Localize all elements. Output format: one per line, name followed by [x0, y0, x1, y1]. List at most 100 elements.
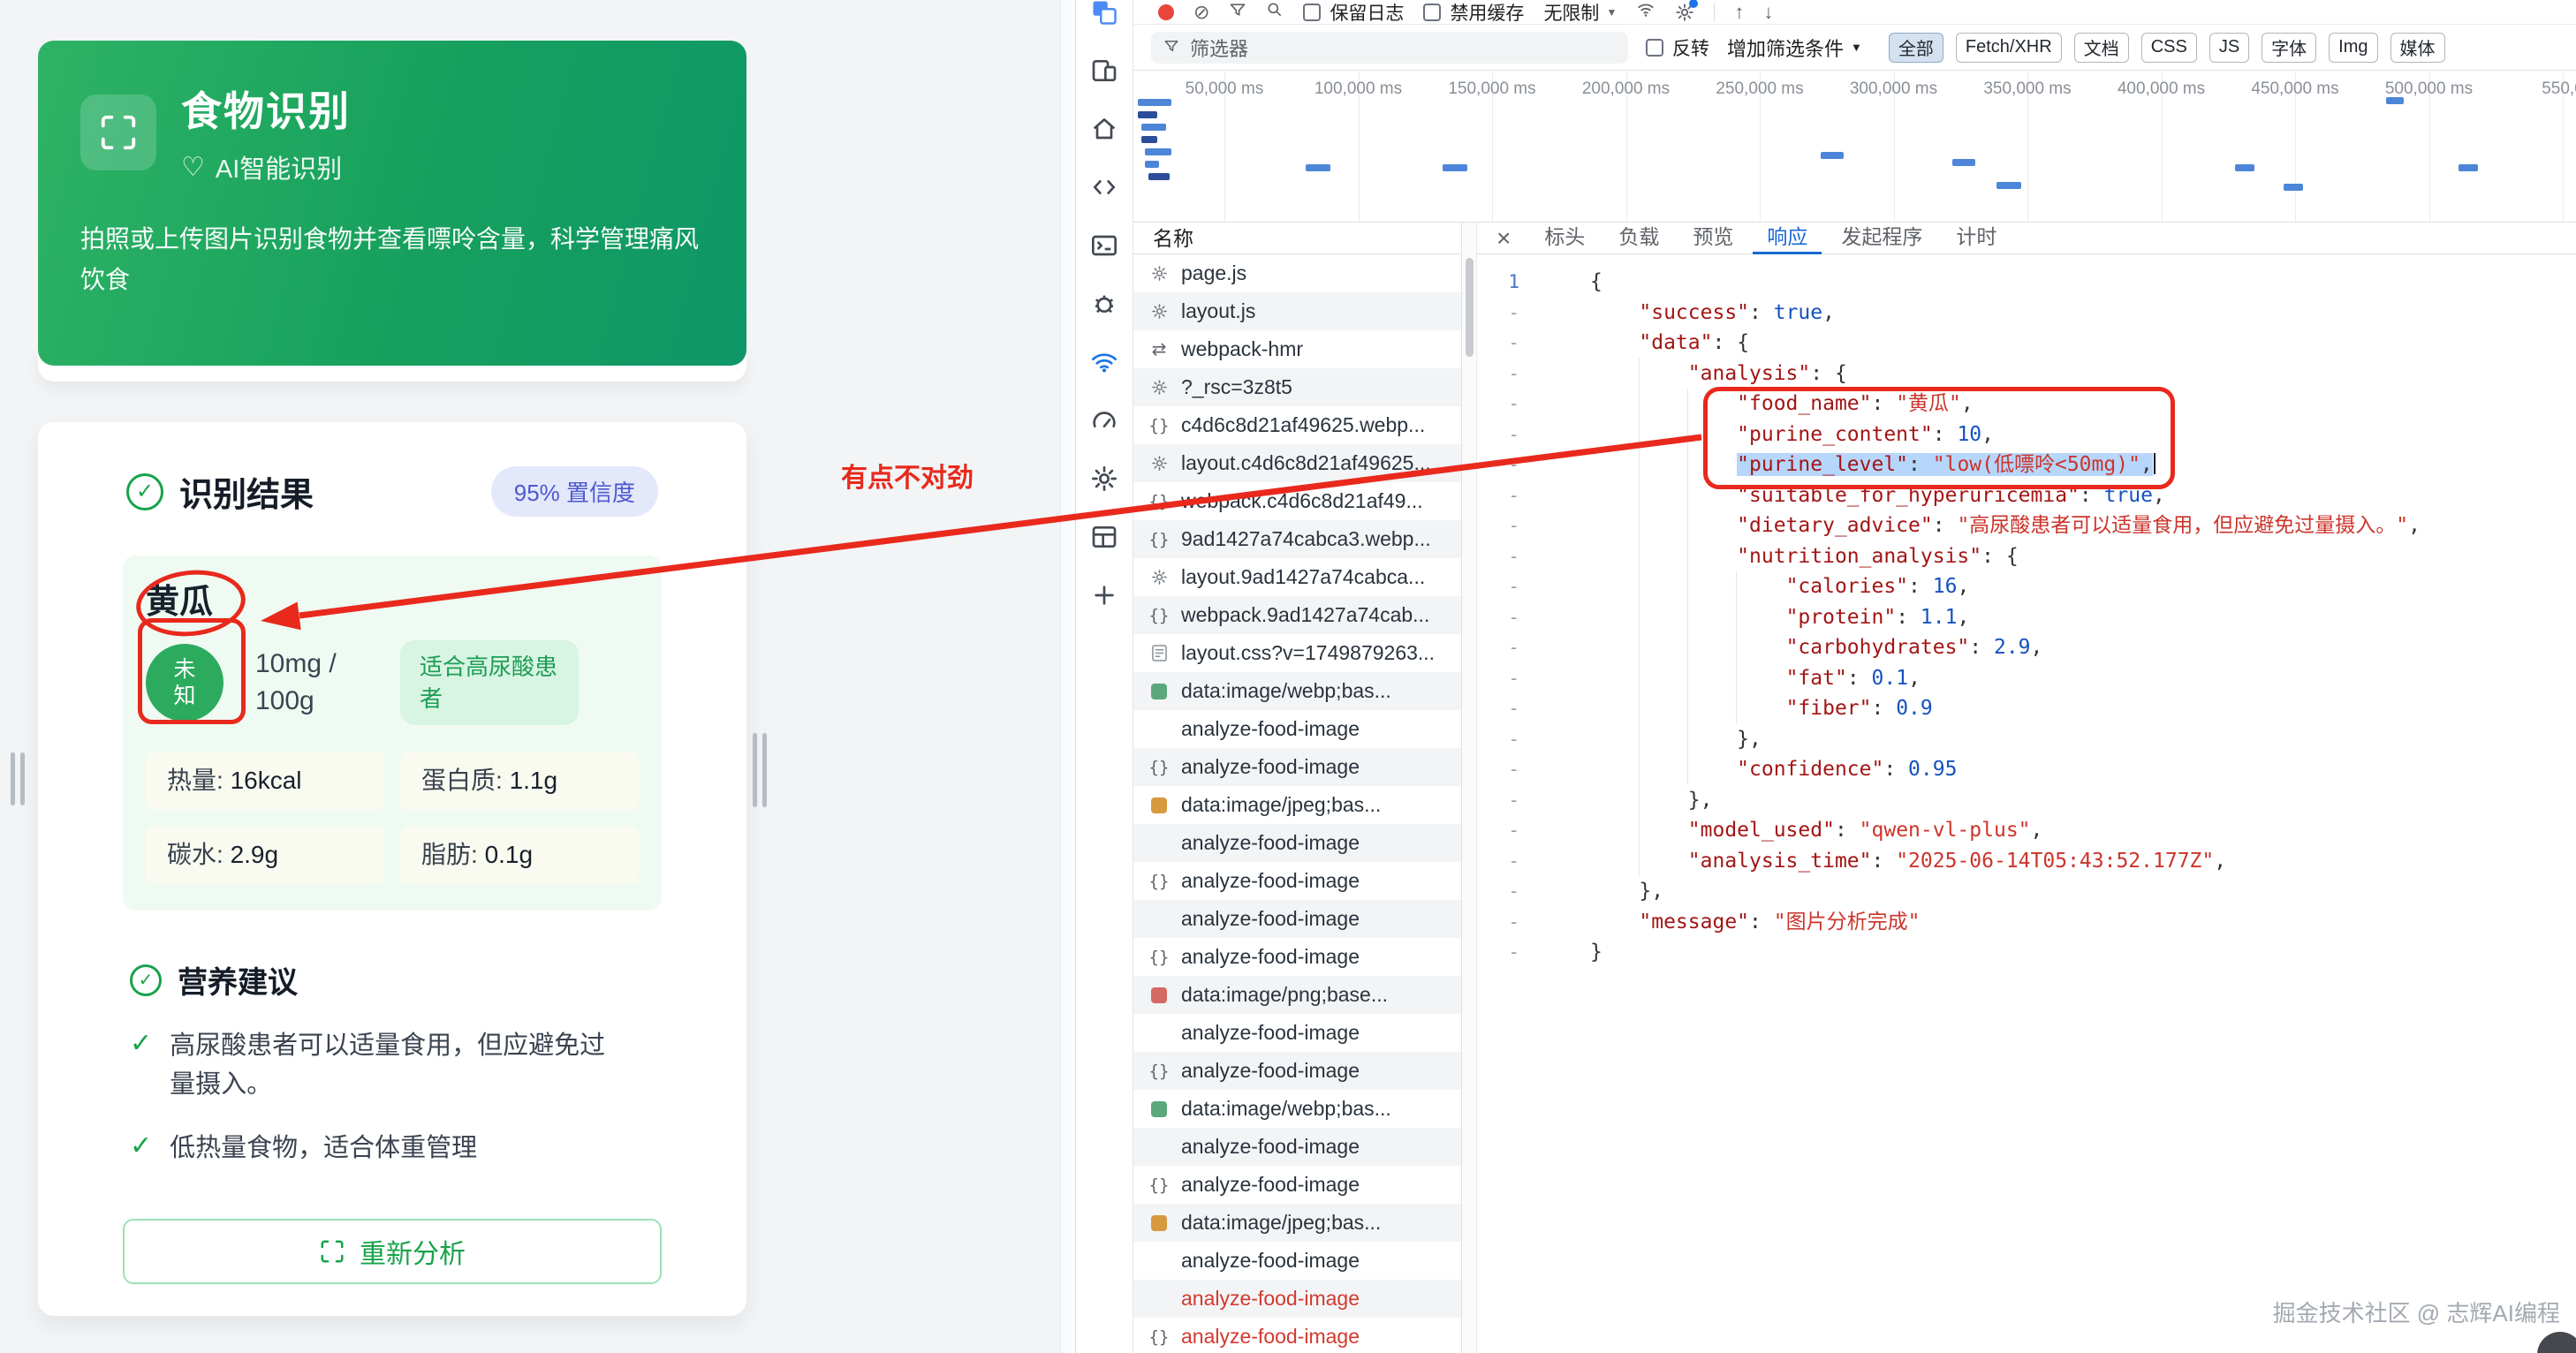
- request-list: page.jslayout.js⇄webpack-hmr?_rsc=3z8t5{…: [1133, 254, 1462, 1353]
- throttling-select[interactable]: 无限制 ▼: [1543, 0, 1617, 25]
- network-request-row[interactable]: analyze-food-image: [1133, 1128, 1461, 1166]
- home-icon[interactable]: [1085, 110, 1124, 148]
- code-text: "fiber": 0.9: [1534, 693, 1933, 724]
- script-icon: {}: [1148, 492, 1171, 511]
- request-table-header[interactable]: 名称: [1133, 223, 1462, 254]
- response-tab-负载[interactable]: 负载: [1604, 223, 1673, 254]
- network-request-row[interactable]: layout.9ad1427a74cabca...: [1133, 558, 1461, 596]
- request-list-scrollbar[interactable]: [1462, 223, 1477, 1353]
- network-request-row[interactable]: layout.c4d6c8d21af49625...: [1133, 444, 1461, 482]
- network-settings-icon[interactable]: [1675, 3, 1694, 22]
- filter-chip-Img[interactable]: Img: [2329, 33, 2377, 63]
- sources-icon[interactable]: [1085, 168, 1124, 207]
- device-emulation-icon[interactable]: [1085, 51, 1124, 90]
- disable-cache-checkbox[interactable]: [1423, 4, 1441, 21]
- reanalyze-button[interactable]: 重新分析: [123, 1219, 662, 1284]
- filter-input[interactable]: 筛选器: [1151, 32, 1628, 64]
- page-scrollbar[interactable]: [1060, 0, 1075, 1353]
- close-icon[interactable]: ×: [1482, 224, 1525, 253]
- console-icon[interactable]: [1085, 226, 1124, 265]
- clear-icon[interactable]: ⊘: [1193, 3, 1209, 22]
- network-request-row[interactable]: analyze-food-image: [1133, 824, 1461, 862]
- code-line: - "fiber": 0.9: [1477, 693, 2576, 724]
- filter-toggle-icon[interactable]: [1229, 1, 1246, 23]
- network-conditions-icon[interactable]: [1636, 0, 1655, 24]
- code-text: "fat": 0.1,: [1534, 663, 1921, 694]
- network-request-row[interactable]: {}webpack.c4d6c8d21af49...: [1133, 482, 1461, 520]
- add-tools-icon[interactable]: [1085, 576, 1124, 615]
- response-tab-预览[interactable]: 预览: [1678, 223, 1747, 254]
- response-tab-标头[interactable]: 标头: [1530, 223, 1599, 254]
- preserve-log-checkbox[interactable]: [1303, 4, 1321, 21]
- network-request-row[interactable]: data:image/webp;bas...: [1133, 672, 1461, 710]
- network-request-row[interactable]: {}analyze-food-image: [1133, 1052, 1461, 1090]
- export-har-icon[interactable]: ↓: [1763, 3, 1773, 22]
- network-request-row[interactable]: layout.js: [1133, 292, 1461, 330]
- invert-option[interactable]: 反转: [1646, 34, 1709, 61]
- network-request-row[interactable]: {}9ad1427a74cabca3.webp...: [1133, 520, 1461, 558]
- network-request-row[interactable]: {}analyze-food-image: [1133, 748, 1461, 786]
- advice-item: ✓高尿酸患者可以适量食用，但应避免过量摄入。: [130, 1026, 655, 1104]
- code-line: - "success": true,: [1477, 298, 2576, 329]
- code-line: - "message": "图片分析完成": [1477, 907, 2576, 938]
- timeline[interactable]: 50,000 ms100,000 ms150,000 ms200,000 ms2…: [1133, 71, 2576, 223]
- network-request-row[interactable]: data:image/jpeg;bas...: [1133, 1204, 1461, 1242]
- network-request-row[interactable]: {}analyze-food-image: [1133, 1166, 1461, 1204]
- more-filters-button[interactable]: 增加筛选条件 ▼: [1727, 34, 1862, 62]
- network-request-row[interactable]: analyze-food-image: [1133, 1014, 1461, 1052]
- request-name: c4d6c8d21af49625.webp...: [1181, 413, 1425, 437]
- search-icon[interactable]: [1266, 1, 1284, 23]
- network-request-row[interactable]: {}c4d6c8d21af49625.webp...: [1133, 406, 1461, 444]
- performance-icon[interactable]: [1085, 401, 1124, 440]
- network-request-row[interactable]: layout.css?v=1749879263...: [1133, 634, 1461, 672]
- network-request-row[interactable]: {}analyze-food-image: [1133, 862, 1461, 900]
- issues-icon[interactable]: [1085, 284, 1124, 323]
- filter-chip-全部[interactable]: 全部: [1889, 33, 1943, 63]
- disable-cache-option[interactable]: 禁用缓存: [1423, 0, 1524, 25]
- response-tab-发起程序[interactable]: 发起程序: [1827, 223, 1936, 254]
- waterfall-bar: [1443, 164, 1467, 171]
- funnel-icon: [1163, 36, 1179, 59]
- stat-value: 16kcal: [231, 767, 302, 794]
- network-request-row[interactable]: data:image/webp;bas...: [1133, 1090, 1461, 1128]
- network-request-row[interactable]: ?_rsc=3z8t5: [1133, 368, 1461, 406]
- filter-chip-媒体[interactable]: 媒体: [2390, 33, 2445, 63]
- network-request-row[interactable]: {}webpack.9ad1427a74cab...: [1133, 596, 1461, 634]
- timeline-gridline: 450,000 ms: [2295, 71, 2296, 222]
- network-icon[interactable]: [1085, 343, 1124, 382]
- filter-chip-字体[interactable]: 字体: [2262, 33, 2316, 63]
- network-request-row[interactable]: analyze-food-image: [1133, 900, 1461, 938]
- network-request-row[interactable]: data:image/jpeg;bas...: [1133, 786, 1461, 824]
- resize-handle-right[interactable]: [753, 733, 767, 807]
- resize-handle-left[interactable]: [11, 752, 25, 805]
- devtools-logo-icon[interactable]: [1085, 0, 1124, 32]
- scrollbar-thumb[interactable]: [1466, 258, 1474, 357]
- waterfall-bar: [2459, 164, 2478, 171]
- response-tab-响应[interactable]: 响应: [1753, 223, 1822, 254]
- filter-chip-文档[interactable]: 文档: [2074, 33, 2129, 63]
- network-request-row[interactable]: {}analyze-food-image: [1133, 938, 1461, 976]
- waterfall-bar: [1141, 124, 1166, 131]
- preserve-log-option[interactable]: 保留日志: [1303, 0, 1404, 25]
- import-har-icon[interactable]: ↑: [1734, 3, 1744, 22]
- network-request-row[interactable]: page.js: [1133, 254, 1461, 292]
- advice-text: 高尿酸患者可以适量食用，但应避免过量摄入。: [170, 1026, 629, 1104]
- filter-chip-CSS[interactable]: CSS: [2141, 33, 2197, 63]
- waterfall-bar: [1145, 161, 1159, 168]
- layout-icon[interactable]: [1085, 518, 1124, 556]
- network-request-row[interactable]: analyze-food-image: [1133, 1242, 1461, 1280]
- response-tab-计时[interactable]: 计时: [1942, 223, 2011, 254]
- network-request-row[interactable]: analyze-food-image: [1133, 710, 1461, 748]
- invert-label: 反转: [1672, 34, 1709, 61]
- settings-icon[interactable]: [1085, 459, 1124, 498]
- network-request-row[interactable]: data:image/png;base...: [1133, 976, 1461, 1014]
- record-button[interactable]: [1158, 4, 1174, 20]
- request-name: analyze-food-image: [1181, 907, 1360, 931]
- filter-chip-JS[interactable]: JS: [2209, 33, 2249, 63]
- network-request-row[interactable]: {}analyze-food-image: [1133, 1318, 1461, 1353]
- nutrition-stats-grid: 热量: 16kcal蛋白质: 1.1g碳水: 2.9g脂肪: 0.1g: [146, 752, 639, 884]
- network-request-row[interactable]: analyze-food-image: [1133, 1280, 1461, 1318]
- filter-chip-Fetch/XHR[interactable]: Fetch/XHR: [1956, 33, 2062, 63]
- invert-checkbox[interactable]: [1646, 39, 1663, 57]
- network-request-row[interactable]: ⇄webpack-hmr: [1133, 330, 1461, 368]
